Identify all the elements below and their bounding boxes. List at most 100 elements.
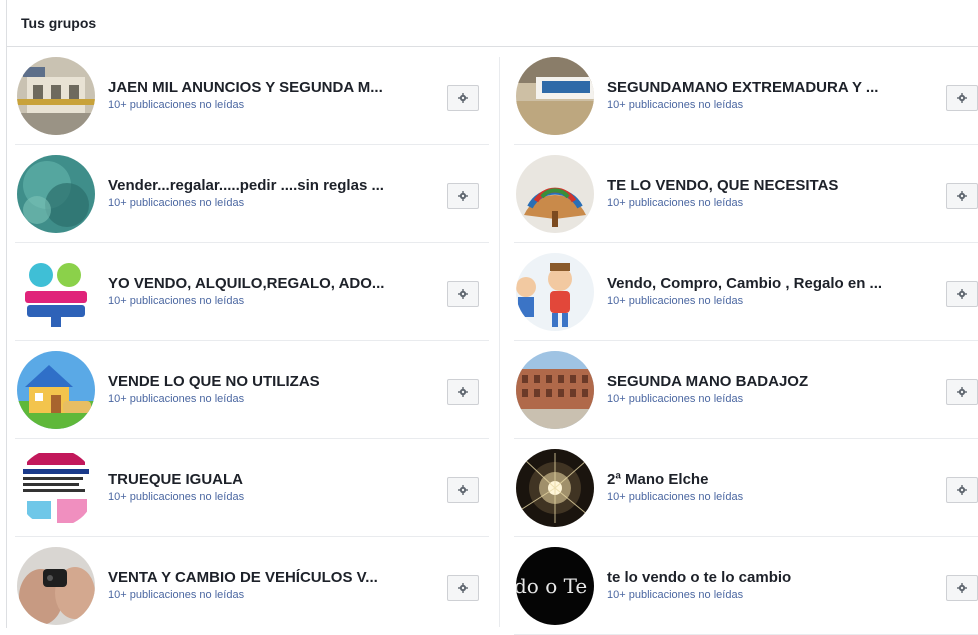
water-photo-icon — [17, 155, 95, 233]
group-avatar[interactable] — [516, 351, 594, 429]
gear-icon — [957, 583, 967, 593]
text-logo-icon: do o Te l — [516, 547, 594, 625]
group-info: 2ª Mano Elche 10+ publicaciones no leída… — [607, 471, 907, 504]
group-settings-button[interactable] — [447, 575, 479, 601]
group-info: SEGUNDA MANO BADAJOZ 10+ publicaciones n… — [607, 373, 907, 406]
unread-count[interactable]: 10+ publicaciones no leídas — [607, 490, 907, 504]
group-row[interactable]: VENTA Y CAMBIO DE VEHÍCULOS V... 10+ pub… — [15, 537, 489, 634]
group-avatar[interactable] — [17, 253, 95, 331]
group-settings-button[interactable] — [447, 85, 479, 111]
group-info: SEGUNDAMANO EXTREMADURA Y ... 10+ public… — [607, 79, 907, 112]
group-avatar[interactable] — [516, 155, 594, 233]
gear-icon — [458, 583, 468, 593]
unread-count[interactable]: 10+ publicaciones no leídas — [607, 588, 907, 602]
unread-count[interactable]: 10+ publicaciones no leídas — [108, 196, 408, 210]
group-settings-button[interactable] — [447, 477, 479, 503]
group-info: VENTA Y CAMBIO DE VEHÍCULOS V... 10+ pub… — [108, 569, 408, 602]
avatar-text: do o Te l — [516, 574, 594, 598]
house-illustration-icon — [17, 351, 95, 429]
gear-icon — [957, 289, 967, 299]
group-info: JAEN MIL ANUNCIOS Y SEGUNDA M... 10+ pub… — [108, 79, 408, 112]
gear-icon — [458, 485, 468, 495]
group-row[interactable]: YO VENDO, ALQUILO,REGALO, ADO... 10+ pub… — [15, 243, 489, 341]
group-name-link[interactable]: Vendo, Compro, Cambio , Regalo en ... — [607, 275, 907, 293]
group-name-link[interactable]: SEGUNDA MANO BADAJOZ — [607, 373, 907, 391]
gear-icon — [458, 93, 468, 103]
group-name-link[interactable]: Vender...regalar.....pedir ....sin regla… — [108, 177, 408, 195]
group-avatar[interactable] — [17, 351, 95, 429]
gear-icon — [458, 387, 468, 397]
flyer-image-icon — [17, 449, 95, 527]
group-avatar[interactable]: do o Te l — [516, 547, 594, 625]
group-name-link[interactable]: VENTA Y CAMBIO DE VEHÍCULOS V... — [108, 569, 408, 587]
group-name-link[interactable]: TE LO VENDO, QUE NECESITAS — [607, 177, 907, 195]
cartoon-kids-icon — [516, 253, 594, 331]
group-name-link[interactable]: TRUEQUE IGUALA — [108, 471, 408, 489]
group-name-link[interactable]: JAEN MIL ANUNCIOS Y SEGUNDA M... — [108, 79, 408, 97]
unread-count[interactable]: 10+ publicaciones no leídas — [108, 294, 408, 308]
unread-count[interactable]: 10+ publicaciones no leídas — [607, 196, 907, 210]
group-settings-button[interactable] — [447, 379, 479, 405]
gear-icon — [458, 191, 468, 201]
unread-count[interactable]: 10+ publicaciones no leídas — [108, 588, 408, 602]
groups-panel: Tus grupos JAEN MIL ANUNCIOS Y SEGUNDA M… — [6, 0, 978, 635]
group-row[interactable]: VENDE LO QUE NO UTILIZAS 10+ publicacion… — [15, 341, 489, 439]
group-settings-button[interactable] — [946, 477, 978, 503]
group-row[interactable]: 2ª Mano Elche 10+ publicaciones no leída… — [514, 439, 978, 537]
gear-icon — [957, 485, 967, 495]
house-photo-icon — [17, 57, 95, 135]
group-row[interactable]: SEGUNDA MANO BADAJOZ 10+ publicaciones n… — [514, 341, 978, 439]
fan-photo-icon — [516, 155, 594, 233]
group-info: te lo vendo o te lo cambio 10+ publicaci… — [607, 569, 907, 602]
group-row[interactable]: TE LO VENDO, QUE NECESITAS 10+ publicaci… — [514, 145, 978, 243]
group-settings-button[interactable] — [447, 183, 479, 209]
group-avatar[interactable] — [516, 57, 594, 135]
group-settings-button[interactable] — [946, 379, 978, 405]
group-avatar[interactable] — [516, 449, 594, 527]
group-settings-button[interactable] — [447, 281, 479, 307]
group-info: Vendo, Compro, Cambio , Regalo en ... 10… — [607, 275, 907, 308]
group-info: Vender...regalar.....pedir ....sin regla… — [108, 177, 408, 210]
group-avatar[interactable] — [17, 155, 95, 233]
group-settings-button[interactable] — [946, 575, 978, 601]
gear-icon — [458, 289, 468, 299]
gear-icon — [957, 387, 967, 397]
group-row[interactable]: Vender...regalar.....pedir ....sin regla… — [15, 145, 489, 243]
group-name-link[interactable]: te lo vendo o te lo cambio — [607, 569, 907, 587]
group-info: VENDE LO QUE NO UTILIZAS 10+ publicacion… — [108, 373, 408, 406]
group-row[interactable]: do o Te l te lo vendo o te lo cambio 10+… — [514, 537, 978, 635]
unread-count[interactable]: 10+ publicaciones no leídas — [607, 392, 907, 406]
group-name-link[interactable]: VENDE LO QUE NO UTILIZAS — [108, 373, 408, 391]
group-avatar[interactable] — [17, 449, 95, 527]
panel-title: Tus grupos — [7, 0, 978, 47]
group-info: YO VENDO, ALQUILO,REGALO, ADO... 10+ pub… — [108, 275, 408, 308]
group-info: TE LO VENDO, QUE NECESITAS 10+ publicaci… — [607, 177, 907, 210]
unread-count[interactable]: 10+ publicaciones no leídas — [108, 392, 408, 406]
group-name-link[interactable]: YO VENDO, ALQUILO,REGALO, ADO... — [108, 275, 408, 293]
unread-count[interactable]: 10+ publicaciones no leídas — [607, 294, 907, 308]
group-avatar[interactable] — [17, 547, 95, 625]
group-row[interactable]: SEGUNDAMANO EXTREMADURA Y ... 10+ public… — [514, 47, 978, 145]
groups-column-right: SEGUNDAMANO EXTREMADURA Y ... 10+ public… — [514, 47, 978, 635]
groups-column-left: JAEN MIL ANUNCIOS Y SEGUNDA M... 10+ pub… — [15, 47, 489, 634]
unread-count[interactable]: 10+ publicaciones no leídas — [108, 490, 408, 504]
gear-icon — [957, 93, 967, 103]
group-settings-button[interactable] — [946, 281, 978, 307]
group-row[interactable]: Vendo, Compro, Cambio , Regalo en ... 10… — [514, 243, 978, 341]
group-info: TRUEQUE IGUALA 10+ publicaciones no leíd… — [108, 471, 408, 504]
fireworks-photo-icon — [516, 449, 594, 527]
unread-count[interactable]: 10+ publicaciones no leídas — [108, 98, 408, 112]
group-settings-button[interactable] — [946, 85, 978, 111]
logo-photo-icon — [516, 57, 594, 135]
column-divider — [499, 57, 500, 627]
group-avatar[interactable] — [516, 253, 594, 331]
unread-count[interactable]: 10+ publicaciones no leídas — [607, 98, 907, 112]
group-name-link[interactable]: 2ª Mano Elche — [607, 471, 907, 489]
group-name-link[interactable]: SEGUNDAMANO EXTREMADURA Y ... — [607, 79, 907, 97]
group-row[interactable]: JAEN MIL ANUNCIOS Y SEGUNDA M... 10+ pub… — [15, 47, 489, 145]
group-row[interactable]: TRUEQUE IGUALA 10+ publicaciones no leíd… — [15, 439, 489, 537]
groups-columns: JAEN MIL ANUNCIOS Y SEGUNDA M... 10+ pub… — [7, 47, 978, 635]
group-avatar[interactable] — [17, 57, 95, 135]
group-settings-button[interactable] — [946, 183, 978, 209]
building-photo-icon — [516, 351, 594, 429]
